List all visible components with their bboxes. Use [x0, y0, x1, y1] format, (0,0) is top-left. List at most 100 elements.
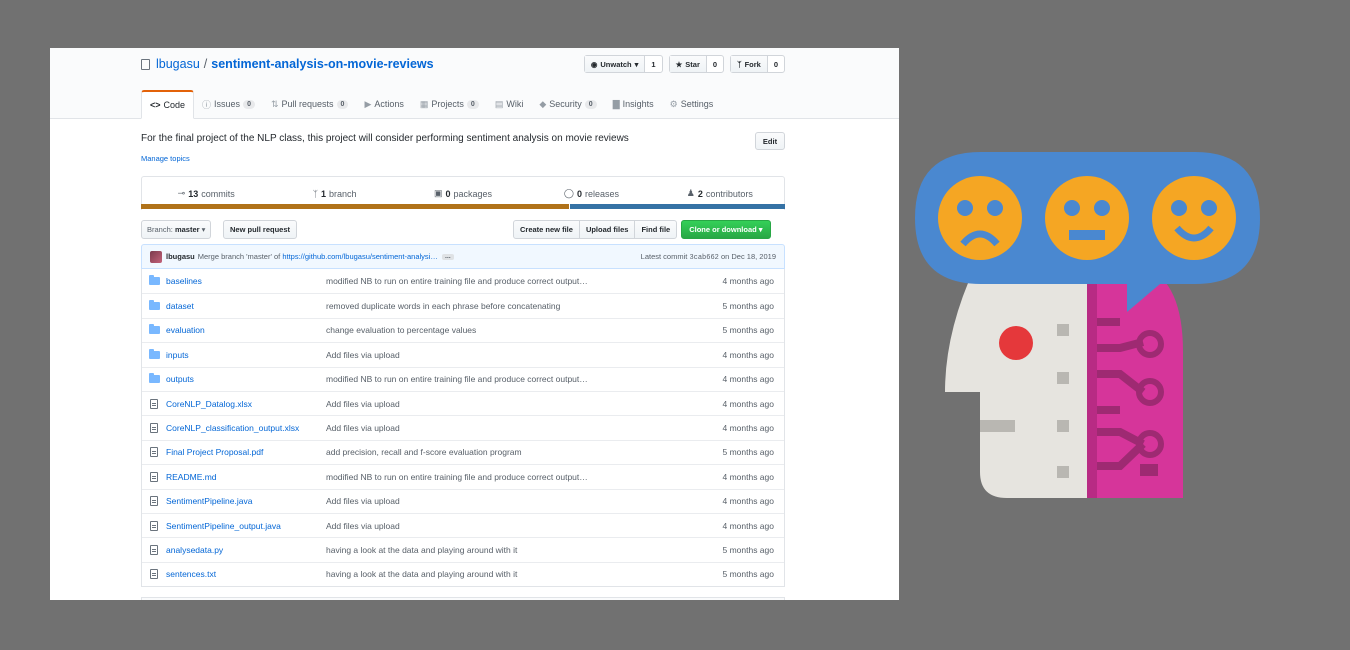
- file-commit-message[interactable]: Add files via upload: [326, 423, 694, 433]
- tab-projects[interactable]: ▦ Projects 0: [412, 90, 487, 118]
- play-icon: ▶: [364, 98, 372, 109]
- packages-count: 0: [445, 188, 451, 199]
- table-row[interactable]: baselines modified NB to run on entire tr…: [142, 269, 784, 293]
- branch-select[interactable]: Branch: master ▾: [141, 220, 212, 239]
- file-commit-message[interactable]: Add files via upload: [326, 521, 694, 531]
- tab-wiki[interactable]: ▤ Wiki: [487, 90, 532, 118]
- star-button[interactable]: ★ Star: [669, 56, 707, 72]
- table-row[interactable]: inputs Add files via upload 4 months ago: [142, 342, 784, 366]
- file-commit-message[interactable]: add precision, recall and f-score evalua…: [326, 447, 694, 457]
- file-commit-message[interactable]: modified NB to run on entire training fi…: [326, 472, 694, 482]
- tab-pull-requests[interactable]: ⇅ Pull requests 0: [263, 90, 356, 118]
- file-name-link[interactable]: CoreNLP_classification_output.xlsx: [166, 423, 326, 433]
- clone-or-download-button[interactable]: Clone or download ▾: [681, 220, 771, 239]
- tab-insights[interactable]: ▇ Insights: [605, 90, 662, 118]
- file-commit-message[interactable]: Add files via upload: [326, 399, 694, 409]
- watch-button[interactable]: ◉ Unwatch ▾: [584, 56, 646, 72]
- table-row[interactable]: README.md modified NB to run on entire tr…: [142, 464, 784, 488]
- tag-icon: ◯: [563, 188, 574, 198]
- tab-settings[interactable]: ⚙ Settings: [662, 90, 722, 118]
- file-commit-message[interactable]: having a look at the data and playing ar…: [326, 545, 694, 555]
- commit-message-link[interactable]: https://github.com/lbugasu/sentiment-ana…: [282, 252, 438, 261]
- repo-header: lbugasu / sentiment-analysis-on-movie-re…: [50, 48, 899, 119]
- tab-code[interactable]: <> Code: [141, 90, 195, 119]
- edit-button[interactable]: Edit: [755, 132, 785, 150]
- tab-security[interactable]: ◆ Security 0: [531, 90, 604, 118]
- language-python-segment: [570, 204, 785, 209]
- tab-label: Insights: [622, 99, 654, 109]
- file-name-link[interactable]: SentimentPipeline.java: [166, 496, 326, 506]
- file-age: 4 months ago: [722, 349, 774, 360]
- upload-files-button[interactable]: Upload files: [578, 220, 636, 239]
- table-row[interactable]: CoreNLP_classification_output.xlsx Add fi…: [142, 415, 784, 439]
- file-name-link[interactable]: SentimentPipeline_output.java: [166, 521, 326, 531]
- packages-label: packages: [453, 188, 493, 199]
- file-name-link[interactable]: analysedata.py: [166, 545, 326, 555]
- table-row[interactable]: SentimentPipeline.java Add files via uplo…: [142, 488, 784, 513]
- file-name-link[interactable]: sentences.txt: [166, 569, 326, 579]
- table-row[interactable]: CoreNLP_Datalog.xlsx Add files via upload…: [142, 390, 784, 415]
- commits-count: 13: [188, 188, 199, 199]
- chevron-down-icon: ▾: [201, 225, 206, 234]
- table-row[interactable]: SentimentPipeline_output.java Add files v…: [142, 512, 784, 537]
- commit-expand-button[interactable]: …: [441, 253, 454, 260]
- file-commit-message[interactable]: change evaluation to percentage values: [326, 325, 694, 335]
- folder-icon-cell: [142, 324, 166, 335]
- watch-count[interactable]: 1: [645, 56, 661, 72]
- project-icon: ▦: [419, 98, 429, 109]
- file-icon-cell: [142, 520, 166, 531]
- table-row[interactable]: dataset removed duplicate words in each p…: [142, 293, 784, 317]
- commit-message-text[interactable]: Merge branch 'master' of: [198, 252, 280, 261]
- commit-message: Merge branch 'master' of https://github.…: [198, 252, 438, 261]
- file-commit-message[interactable]: Add files via upload: [326, 496, 694, 506]
- fork-count[interactable]: 0: [768, 56, 784, 72]
- file-name-link[interactable]: inputs: [166, 350, 326, 360]
- avatar[interactable]: [150, 250, 162, 263]
- tab-actions[interactable]: ▶ Actions: [356, 90, 411, 118]
- table-row[interactable]: sentences.txt having a look at the data a…: [142, 561, 784, 586]
- star-count[interactable]: 0: [707, 56, 723, 72]
- fork-button[interactable]: ᛉ Fork: [731, 56, 768, 72]
- file-name-link[interactable]: dataset: [166, 301, 326, 311]
- file-icon: [150, 423, 158, 434]
- file-name-link[interactable]: README.md: [166, 472, 326, 482]
- folder-icon-cell: [142, 373, 166, 384]
- ai-sentiment-illustration: [915, 152, 1260, 498]
- file-name-link[interactable]: evaluation: [166, 325, 326, 335]
- file-commit-message[interactable]: modified NB to run on entire training fi…: [326, 374, 694, 384]
- repo-owner-link[interactable]: lbugasu: [156, 57, 200, 71]
- repo-description: For the final project of the NLP class, …: [141, 133, 629, 144]
- file-commit-message[interactable]: removed duplicate words in each phrase b…: [326, 301, 694, 311]
- file-age: 5 months ago: [722, 325, 774, 336]
- table-row[interactable]: Final Project Proposal.pdf add precision,…: [142, 439, 784, 464]
- tab-issues[interactable]: ⓘ Issues 0: [194, 90, 263, 118]
- table-row[interactable]: analysedata.py having a look at the data …: [142, 537, 784, 561]
- file-name-link[interactable]: outputs: [166, 374, 326, 384]
- manage-topics-link[interactable]: Manage topics: [141, 154, 190, 163]
- new-pull-request-button[interactable]: New pull request: [223, 220, 298, 239]
- file-age: 4 months ago: [722, 276, 774, 287]
- repo-name-link[interactable]: sentiment-analysis-on-movie-reviews: [211, 57, 433, 71]
- file-commit-message[interactable]: Add files via upload: [326, 350, 694, 360]
- commit-sha[interactable]: 3cab662: [689, 254, 718, 262]
- file-name-link[interactable]: CoreNLP_Datalog.xlsx: [166, 399, 326, 409]
- create-new-file-button[interactable]: Create new file: [513, 220, 580, 239]
- chip-dot: [1057, 420, 1069, 432]
- tab-label: Settings: [680, 99, 714, 109]
- neutral-face-icon: [1045, 176, 1129, 260]
- watch-label: Unwatch: [600, 59, 632, 69]
- clone-label: Clone or download: [689, 225, 757, 234]
- table-row[interactable]: evaluation change evaluation to percentag…: [142, 317, 784, 342]
- file-commit-message[interactable]: having a look at the data and playing ar…: [326, 569, 694, 579]
- commit-author[interactable]: lbugasu: [166, 252, 195, 261]
- file-commit-message[interactable]: modified NB to run on entire training fi…: [326, 276, 694, 286]
- file-name-link[interactable]: Final Project Proposal.pdf: [166, 447, 326, 457]
- file-icon-cell: [142, 398, 166, 409]
- table-row[interactable]: outputs modified NB to run on entire trai…: [142, 366, 784, 391]
- find-file-button[interactable]: Find file: [634, 220, 678, 239]
- code-icon: <>: [150, 100, 161, 110]
- file-name-link[interactable]: baselines: [166, 276, 326, 286]
- language-bar[interactable]: [141, 204, 785, 209]
- tab-count: 0: [243, 99, 255, 109]
- branch-prefix: Branch:: [147, 225, 173, 234]
